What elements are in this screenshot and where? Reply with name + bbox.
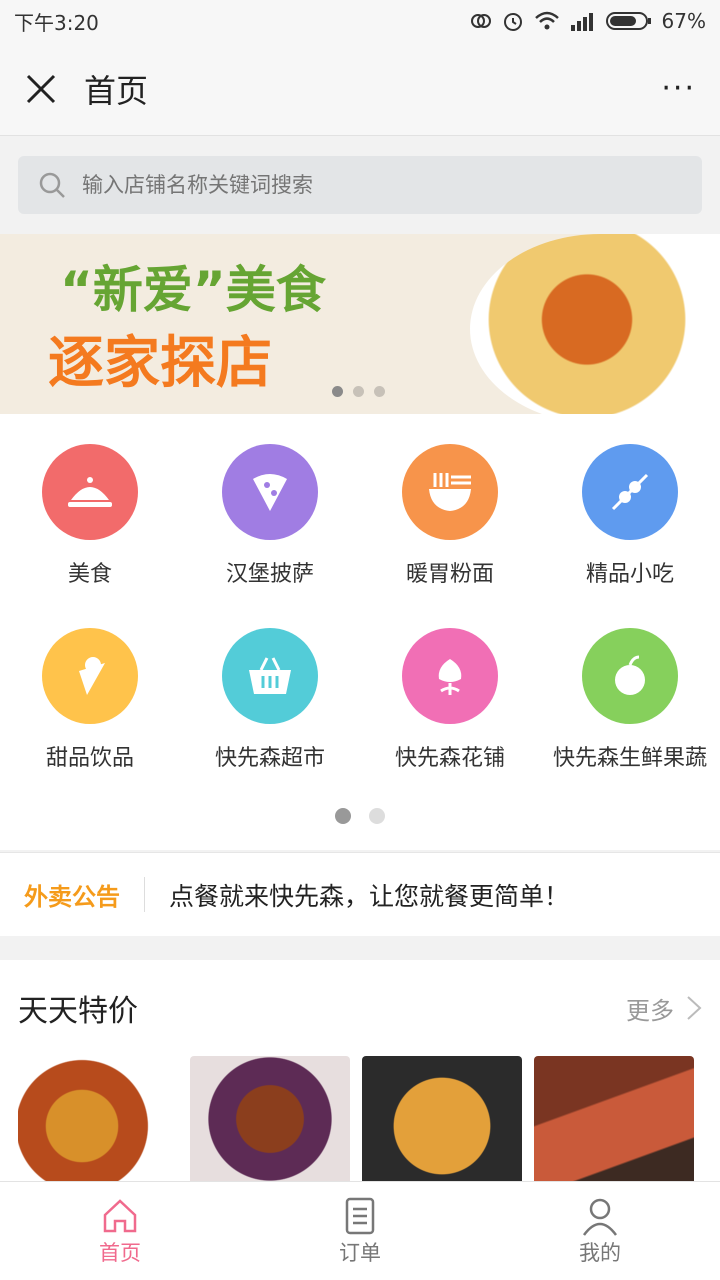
category-noodles[interactable]: 暖胃粉面 — [360, 444, 540, 588]
category-food[interactable]: 美食 — [0, 444, 180, 588]
tab-label: 订单 — [339, 1241, 381, 1265]
category-label: 美食 — [67, 562, 112, 587]
order-icon — [345, 1197, 375, 1235]
navigation-bar: 首页 ··· — [0, 42, 720, 136]
category-pagination — [0, 808, 720, 824]
close-icon[interactable] — [24, 72, 58, 106]
page-title: 首页 — [84, 71, 149, 110]
deal-image[interactable] — [362, 1056, 522, 1196]
search-section — [0, 136, 720, 234]
tab-orders[interactable]: 订单 — [240, 1182, 480, 1280]
alarm-icon — [502, 10, 524, 32]
search-input[interactable] — [80, 172, 682, 198]
deals-more-label: 更多 — [626, 996, 674, 1025]
banner-dot — [374, 386, 385, 397]
deals-list — [0, 1030, 720, 1196]
search-icon — [38, 171, 66, 199]
deal-image[interactable] — [190, 1056, 350, 1196]
category-grid: 美食 汉堡披萨 暖胃粉面 精品小吃 甜品饮品 快先森超市 快先森花铺 快先森生鲜… — [0, 444, 720, 772]
status-icons: 67% — [470, 9, 706, 33]
category-desserts[interactable]: 甜品饮品 — [0, 628, 180, 772]
announcement-text: 点餐就来快先森，让您就餐更简单！ — [169, 881, 570, 911]
tab-label: 我的 — [579, 1241, 621, 1265]
banner-dot — [353, 386, 364, 397]
flower-icon — [402, 628, 498, 724]
category-label: 汉堡披萨 — [225, 562, 314, 587]
link-icon — [470, 10, 492, 32]
category-label: 快先森花铺 — [394, 746, 505, 771]
category-fresh-produce[interactable]: 快先森生鲜果蔬 — [540, 628, 720, 772]
apple-icon — [582, 628, 678, 724]
category-snacks[interactable]: 精品小吃 — [540, 444, 720, 588]
skewer-icon — [582, 444, 678, 540]
announcement-bar[interactable]: 外卖公告 点餐就来快先森，让您就餐更简单！ — [0, 852, 720, 936]
home-icon — [103, 1199, 137, 1233]
deals-title: 天天特价 — [18, 994, 138, 1029]
status-bar: 下午3:20 67% — [0, 0, 720, 42]
basket-icon — [222, 628, 318, 724]
user-icon — [582, 1198, 618, 1236]
tab-home[interactable]: 首页 — [0, 1182, 240, 1280]
category-burger-pizza[interactable]: 汉堡披萨 — [180, 444, 360, 588]
tab-profile[interactable]: 我的 — [480, 1182, 720, 1280]
status-time: 下午3:20 — [14, 10, 99, 35]
deal-image[interactable] — [18, 1056, 178, 1196]
icecream-icon — [42, 628, 138, 724]
battery-icon — [605, 11, 652, 31]
category-label: 精品小吃 — [585, 562, 674, 587]
banner-pagination — [332, 386, 385, 397]
deals-more-link[interactable]: 更多 — [626, 991, 702, 1026]
category-panel: 美食 汉堡披萨 暖胃粉面 精品小吃 甜品饮品 快先森超市 快先森花铺 快先森生鲜… — [0, 414, 720, 850]
banner-dot — [332, 386, 343, 397]
noodle-bowl-icon — [402, 444, 498, 540]
category-label: 甜品饮品 — [45, 746, 134, 771]
signal-icon — [570, 11, 596, 31]
chevron-right-icon — [687, 996, 702, 1020]
deals-header: 天天特价 更多 — [0, 960, 720, 1030]
cloche-icon — [42, 444, 138, 540]
page-dot[interactable] — [369, 808, 385, 824]
announcement-tag: 外卖公告 — [24, 877, 145, 912]
pizza-icon — [222, 444, 318, 540]
deal-image[interactable] — [534, 1056, 694, 1196]
page-dot[interactable] — [335, 808, 351, 824]
battery-percent: 67% — [661, 9, 706, 33]
category-supermarket[interactable]: 快先森超市 — [180, 628, 360, 772]
category-label: 快先森超市 — [214, 746, 325, 771]
wifi-icon — [534, 10, 560, 32]
bottom-tab-bar: 首页 订单 我的 — [0, 1181, 720, 1280]
category-label: 暖胃粉面 — [405, 562, 494, 587]
more-menu-button[interactable]: ··· — [661, 71, 696, 106]
category-flowers[interactable]: 快先森花铺 — [360, 628, 540, 772]
banner-title: “新爱”美食 — [60, 261, 326, 319]
promo-banner[interactable]: “新爱”美食 逐家探店 — [0, 234, 720, 414]
tab-label: 首页 — [99, 1241, 141, 1265]
search-bar[interactable] — [18, 156, 702, 214]
banner-subtitle: 逐家探店 — [48, 331, 272, 396]
noodle-bowl-image — [470, 234, 720, 414]
category-label: 快先森生鲜果蔬 — [552, 746, 707, 771]
